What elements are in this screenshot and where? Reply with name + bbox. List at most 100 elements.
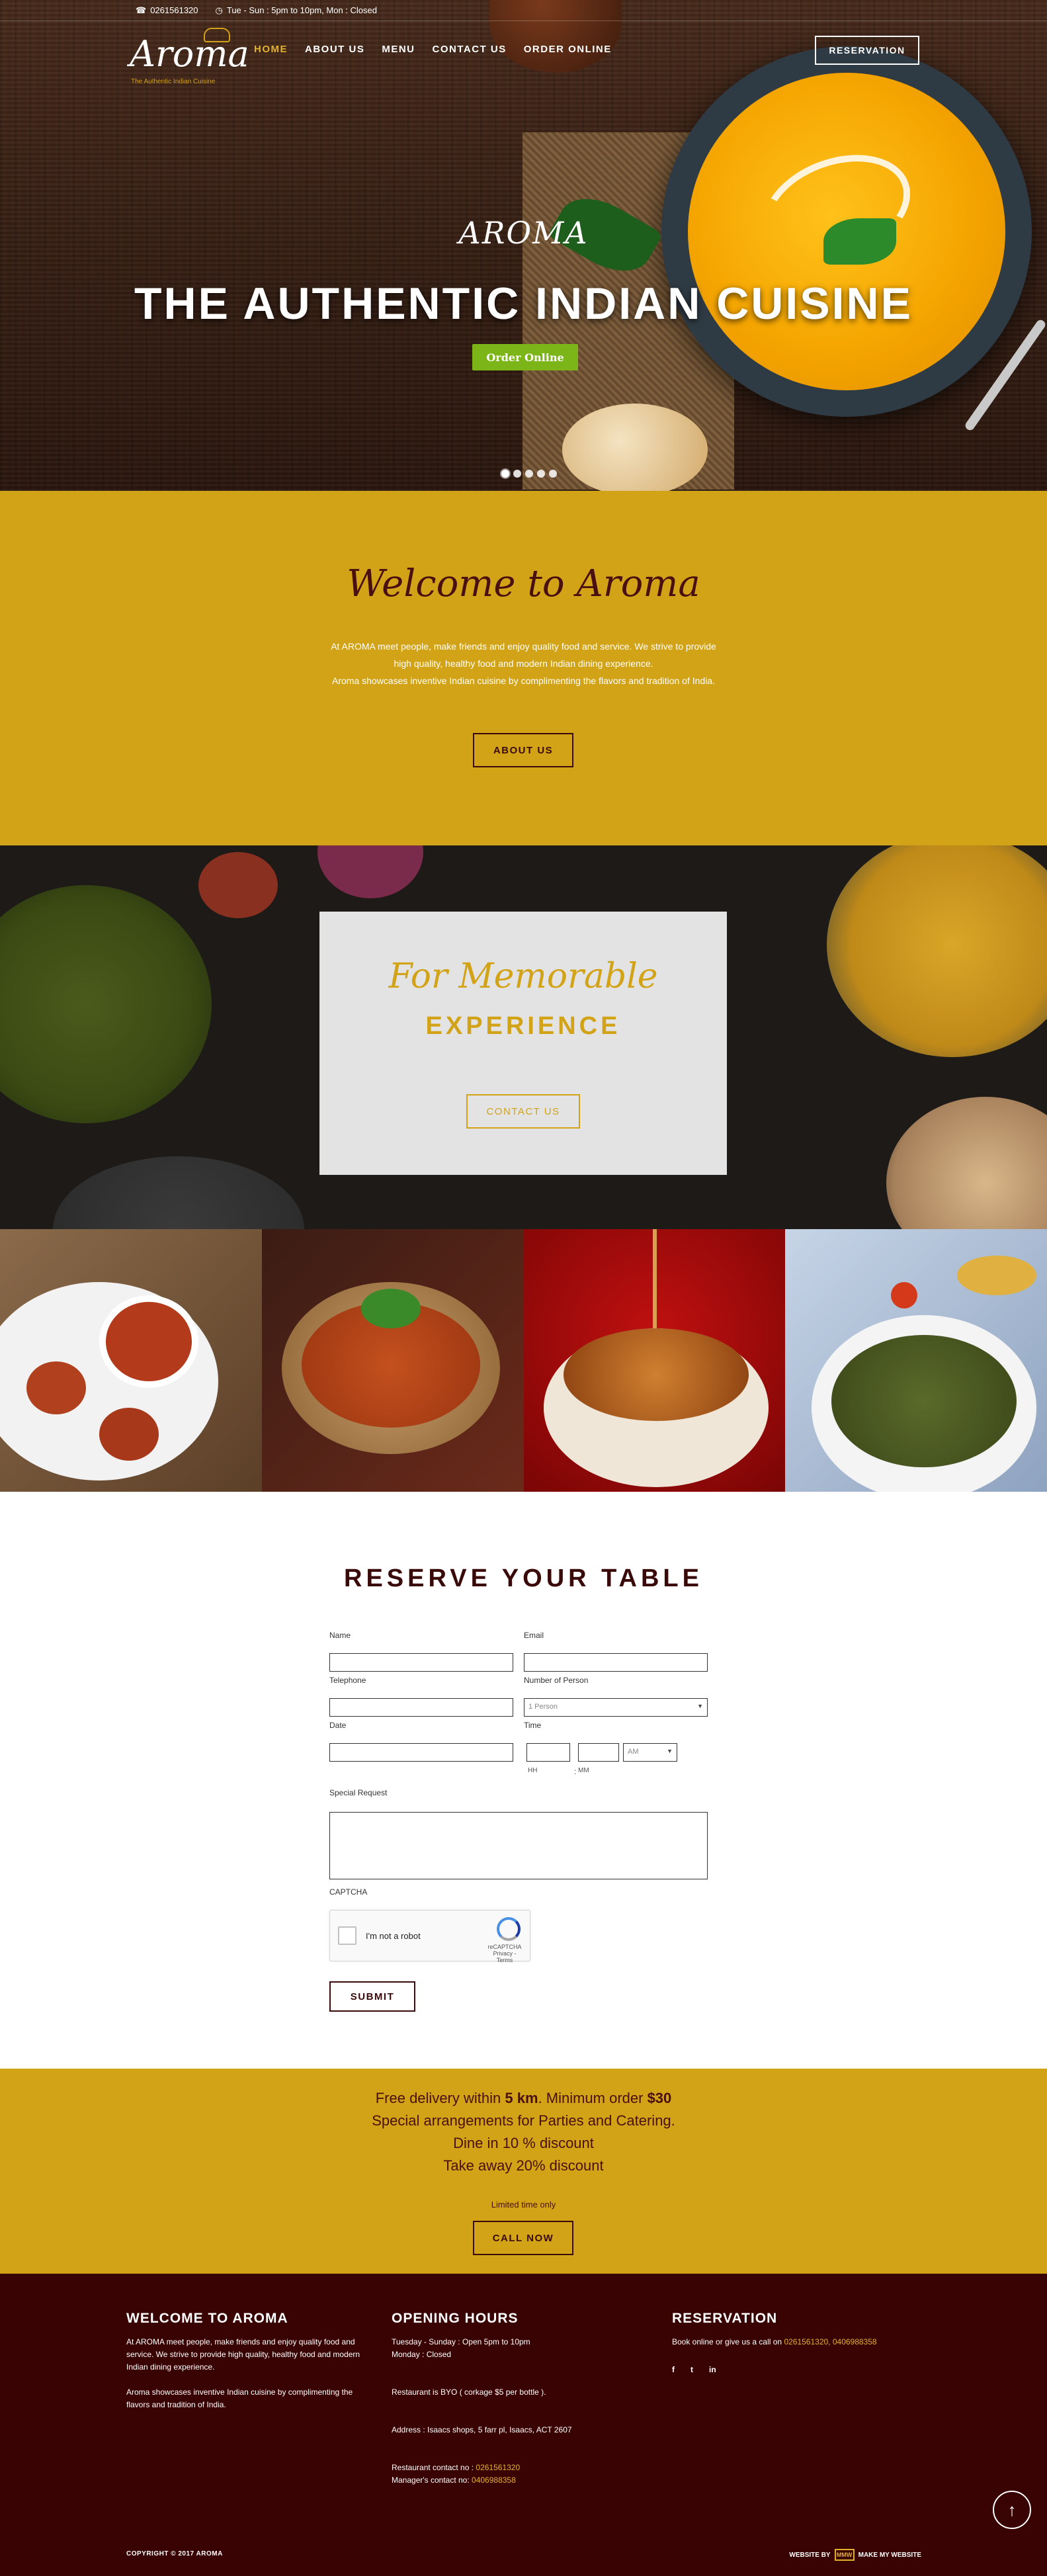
submit-button[interactable]: SUBMIT bbox=[329, 1981, 415, 2012]
bread-side-image bbox=[957, 1256, 1037, 1295]
bread-image bbox=[562, 404, 708, 491]
time-separator: : bbox=[574, 1767, 577, 1776]
chicken-image bbox=[99, 1408, 159, 1461]
memorable-card: For Memorable EXPERIENCE CONTACT US bbox=[319, 912, 727, 1175]
nav-about-us[interactable]: ABOUT US bbox=[305, 44, 364, 55]
linkedin-icon[interactable]: in bbox=[709, 2365, 716, 2374]
telephone-input[interactable] bbox=[329, 1698, 513, 1717]
footer-hours-text: Tuesday - Sunday : Open 5pm to 10pm Mond… bbox=[392, 2337, 572, 2485]
reservation-button[interactable]: RESERVATION bbox=[815, 36, 919, 65]
nav-menu-link[interactable]: MENU bbox=[382, 44, 415, 55]
gallery-image-curry[interactable] bbox=[261, 1229, 524, 1492]
call-now-button[interactable]: CALL NOW bbox=[473, 2221, 573, 2255]
persons-select[interactable]: 1 Person ▼ bbox=[524, 1698, 708, 1717]
time-label: Time bbox=[524, 1721, 542, 1730]
date-input[interactable] bbox=[329, 1743, 513, 1762]
phone-icon: ☎ bbox=[136, 5, 147, 15]
nav-home[interactable]: HOME bbox=[254, 44, 288, 55]
reserve-title: RESERVE YOUR TABLE bbox=[344, 1565, 703, 1592]
gallery-image-lollipop-chicken[interactable] bbox=[0, 1229, 262, 1492]
curry-bowl-image bbox=[0, 885, 212, 1123]
naan-plate-image bbox=[886, 1097, 1047, 1229]
gallery-image-palak-paneer[interactable] bbox=[785, 1229, 1047, 1492]
delivery-line: Free delivery within 5 km. Minimum order… bbox=[375, 2090, 672, 2106]
pakora-plate-image bbox=[827, 845, 1047, 1057]
welcome-section: Welcome to Aroma At AROMA meet people, m… bbox=[0, 491, 1047, 845]
website-credit[interactable]: WEBSITE BY MMW MAKE MY WEBSITE bbox=[789, 2549, 921, 2561]
copyright-text: COPYRIGHT © 2017 AROMA bbox=[126, 2550, 223, 2557]
ampm-select[interactable]: AM ▼ bbox=[623, 1743, 677, 1762]
dish-bottom-image bbox=[53, 1156, 304, 1229]
phone-info[interactable]: ☎ 0261561320 bbox=[136, 5, 198, 16]
tomato-image bbox=[891, 1282, 918, 1309]
footer-reservation-text: Book online or give us a call on 0261561… bbox=[672, 2337, 877, 2346]
captcha-label: CAPTCHA bbox=[329, 1887, 368, 1897]
reservation-section: RESERVE YOUR TABLE Name Email Telephone … bbox=[0, 1492, 1047, 2069]
hours-info: ◷ Tue - Sun : 5pm to 10pm, Mon : Closed bbox=[215, 5, 377, 15]
footer-reservation-title: RESERVATION bbox=[672, 2311, 778, 2326]
contact-us-button[interactable]: CONTACT US bbox=[466, 1094, 580, 1129]
twitter-icon[interactable]: t bbox=[691, 2365, 693, 2374]
recaptcha-checkbox[interactable] bbox=[338, 1926, 356, 1945]
slider-dot[interactable] bbox=[513, 470, 521, 478]
date-label: Date bbox=[329, 1721, 347, 1730]
hero-section: ☎ 0261561320 ◷ Tue - Sun : 5pm to 10pm, Mo… bbox=[0, 0, 1047, 491]
nav-order-online[interactable]: ORDER ONLINE bbox=[524, 44, 612, 55]
footer-welcome-title: WELCOME TO AROMA bbox=[126, 2311, 288, 2326]
hour-input[interactable] bbox=[526, 1743, 570, 1762]
chevron-down-icon: ▼ bbox=[667, 1748, 673, 1754]
slider-dot[interactable] bbox=[537, 470, 545, 478]
food-gallery bbox=[0, 1229, 1047, 1492]
logo-tagline: The Authentic Indian Cuisine bbox=[131, 78, 216, 85]
memorable-section: For Memorable EXPERIENCE CONTACT US bbox=[0, 845, 1047, 1229]
recaptcha-widget: I'm not a robot reCAPTCHA Privacy - Term… bbox=[329, 1910, 530, 1963]
gallery-image-gulab-jamun[interactable] bbox=[523, 1229, 786, 1492]
footer: WELCOME TO AROMA At AROMA meet people, m… bbox=[0, 2274, 1047, 2576]
social-links: f t in bbox=[672, 2365, 716, 2374]
reservation-phone-links[interactable]: 0261561320, 0406988358 bbox=[784, 2337, 876, 2346]
promo-section: Free delivery within 5 km. Minimum order… bbox=[0, 2069, 1047, 2274]
about-us-button[interactable]: ABOUT US bbox=[473, 733, 573, 767]
nav-contact-us[interactable]: CONTACT US bbox=[433, 44, 507, 55]
minute-input[interactable] bbox=[578, 1743, 619, 1762]
welcome-title: Welcome to Aroma bbox=[347, 562, 700, 605]
slider-dot[interactable] bbox=[501, 470, 509, 478]
memorable-caps-title: EXPERIENCE bbox=[425, 1012, 621, 1040]
recaptcha-text: I'm not a robot bbox=[366, 1931, 421, 1941]
mm-hint: MM bbox=[578, 1767, 589, 1774]
recaptcha-links[interactable]: Privacy - Terms bbox=[485, 1950, 524, 1963]
slider-dots bbox=[501, 470, 557, 478]
main-navigation: Aroma The Authentic Indian Cuisine HOME … bbox=[0, 24, 1047, 85]
dine-in-line: Dine in 10 % discount bbox=[453, 2135, 594, 2151]
name-label: Name bbox=[329, 1631, 351, 1640]
gulab-jamun-image bbox=[563, 1328, 749, 1421]
chef-hat-icon bbox=[204, 28, 230, 42]
limited-time-note: Limited time only bbox=[491, 2200, 556, 2210]
back-to-top-button[interactable]: ↑ bbox=[993, 2491, 1031, 2529]
facebook-icon[interactable]: f bbox=[672, 2365, 675, 2374]
take-away-line: Take away 20% discount bbox=[443, 2157, 604, 2174]
recaptcha-icon bbox=[497, 1917, 521, 1941]
welcome-text: At AROMA meet people, make friends and e… bbox=[331, 641, 716, 686]
manager-phone-link[interactable]: 0406988358 bbox=[472, 2475, 516, 2485]
order-online-button[interactable]: Order Online bbox=[472, 344, 578, 370]
special-request-textarea[interactable] bbox=[329, 1812, 708, 1879]
hero-subtitle: AROMA bbox=[458, 215, 589, 251]
slider-dot[interactable] bbox=[549, 470, 557, 478]
memorable-script-title: For Memorable bbox=[388, 957, 658, 996]
nav-menu: HOME ABOUT US MENU CONTACT US ORDER ONLI… bbox=[254, 44, 612, 55]
request-label: Special Request bbox=[329, 1788, 388, 1797]
email-input[interactable] bbox=[524, 1653, 708, 1672]
clock-icon: ◷ bbox=[215, 5, 223, 15]
restaurant-phone-link[interactable]: 0261561320 bbox=[476, 2463, 520, 2472]
name-input[interactable] bbox=[329, 1653, 513, 1672]
site-logo[interactable]: Aroma The Authentic Indian Cuisine bbox=[130, 28, 249, 85]
footer-hours-title: OPENING HOURS bbox=[392, 2311, 519, 2326]
chevron-down-icon: ▼ bbox=[697, 1703, 703, 1709]
chicken-image bbox=[26, 1361, 86, 1414]
syrup-drip-image bbox=[652, 1229, 657, 1328]
hero-title: THE AUTHENTIC INDIAN CUISINE bbox=[134, 279, 913, 329]
slider-dot[interactable] bbox=[525, 470, 533, 478]
recaptcha-brand: reCAPTCHA Privacy - Terms bbox=[485, 1944, 524, 1963]
footer-welcome-text: At AROMA meet people, make friends and e… bbox=[126, 2337, 360, 2409]
